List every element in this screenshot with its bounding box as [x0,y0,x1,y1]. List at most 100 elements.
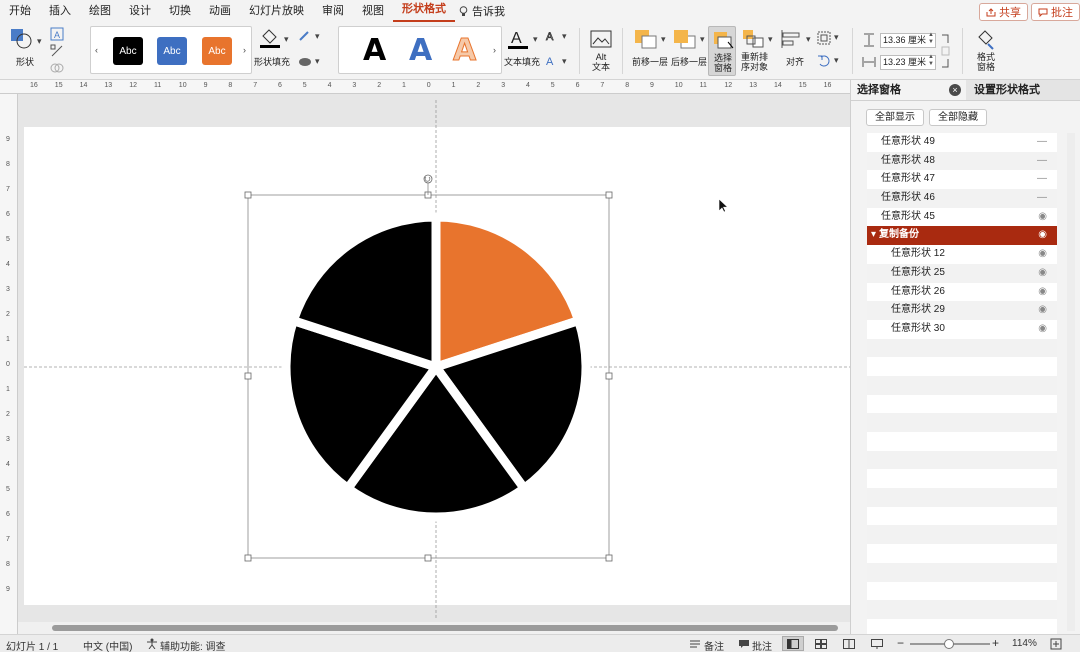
tab-4[interactable]: 切换 [160,0,200,22]
selection-pane-button[interactable]: 选择 窗格 [708,26,736,76]
chevron-down-icon[interactable]: ▾ [315,56,320,67]
list-item[interactable]: 任意形状 25 ◉ [867,263,1057,283]
comment-button[interactable]: 批注 [1031,3,1080,21]
chevron-down-icon[interactable]: ▾ [768,34,773,45]
list-item[interactable]: 任意形状 12 ◉ [867,245,1057,264]
align-icon[interactable] [779,28,805,50]
lock-aspect-icon[interactable] [941,33,951,69]
comments-icon[interactable] [738,639,750,649]
text-box-icon[interactable]: A [50,27,64,41]
chevron-down-icon[interactable]: ▾ [834,32,839,43]
eye-icon[interactable]: ◉ [1038,301,1047,320]
paint-bucket-icon[interactable] [258,27,282,49]
zoom-slider-thumb[interactable] [944,639,954,649]
shape-outline-icon[interactable] [298,30,312,42]
eye-icon[interactable]: ◉ [1038,264,1047,283]
shape-insert-icon[interactable] [10,28,34,50]
fit-to-window-icon[interactable] [1050,638,1062,650]
tab-1[interactable]: 插入 [40,0,80,22]
text-effects-icon[interactable]: A [544,55,558,67]
text-outline-icon[interactable]: A [544,30,558,42]
width-stepper[interactable]: ▲ ▼ [928,54,934,68]
eye-icon[interactable]: ◉ [1038,245,1047,264]
style-sample-blue[interactable]: Abc [157,37,187,65]
chevron-down-icon[interactable]: ▾ [661,34,666,45]
gallery-next-icon[interactable]: › [243,45,246,55]
chevron-down-icon[interactable]: ▾ [37,36,42,47]
chevron-down-icon[interactable]: ▾ [700,34,705,45]
accessibility-status[interactable]: 辅助功能: 调查 [160,638,226,652]
list-item[interactable]: 任意形状 47 — [867,170,1057,189]
tab-0[interactable]: 开始 [0,0,40,22]
height-stepper[interactable]: ▲ ▼ [928,32,934,46]
show-all-button[interactable]: 全部显示 [866,109,924,126]
reorder-objects-icon[interactable] [741,28,767,50]
tab-format-shape[interactable]: 设置形状格式 [974,80,1040,100]
reading-view-icon[interactable] [843,639,855,649]
format-pane-icon[interactable] [974,28,998,50]
list-item[interactable]: 任意形状 26 ◉ [867,283,1057,302]
language-status[interactable]: 中文 (中国) [83,638,132,652]
tell-me[interactable]: 告诉我 [459,3,505,19]
gallery-next-icon[interactable]: › [493,45,496,55]
share-button[interactable]: 共享 [979,3,1028,21]
zoom-in-icon[interactable]: + [992,636,999,650]
alt-text-icon[interactable] [589,28,613,50]
notes-icon[interactable] [689,639,701,649]
style-sample-orange[interactable]: Abc [202,37,232,65]
chevron-down-icon[interactable]: ▾ [562,56,567,67]
accessibility-icon[interactable] [146,638,158,649]
chevron-down-icon[interactable]: ▾ [806,34,811,45]
slideshow-icon[interactable] [871,639,883,649]
bring-forward-icon[interactable] [633,28,659,50]
list-item-group[interactable]: ▾ 复制备份 ◉ [867,226,1057,246]
list-item[interactable]: 任意形状 46 — [867,189,1057,208]
hidden-dash-icon[interactable]: — [1037,170,1047,189]
list-item[interactable]: 任意形状 49 — [867,133,1057,152]
hidden-dash-icon[interactable]: — [1037,189,1047,208]
hidden-dash-icon[interactable]: — [1037,152,1047,171]
horizontal-scrollbar[interactable] [18,622,850,634]
shape-effects-icon[interactable] [298,55,312,67]
tab-5[interactable]: 动画 [200,0,240,22]
zoom-level[interactable]: 114% [1012,638,1037,649]
edit-shape-icon[interactable] [50,44,64,58]
tab-9[interactable]: 形状格式 [393,0,455,22]
style-sample-black[interactable]: Abc [113,37,143,65]
tab-7[interactable]: 审阅 [313,0,353,22]
rotate-icon[interactable] [817,54,831,68]
wordart-sample-black[interactable]: A [363,33,386,68]
notes-label[interactable]: 备注 [704,638,724,652]
eye-icon[interactable]: ◉ [1038,226,1047,245]
normal-view-button[interactable] [782,636,804,651]
wordart-sample-orange[interactable]: A [452,33,476,69]
eye-icon[interactable]: ◉ [1038,320,1047,339]
expand-chevron-icon[interactable]: ▾ [871,226,876,245]
close-pane-icon[interactable]: × [949,84,961,96]
gallery-prev-icon[interactable]: ‹ [95,45,98,55]
text-fill-icon[interactable]: A [506,28,530,50]
list-item[interactable]: 任意形状 48 — [867,151,1057,171]
group-icon[interactable] [817,31,831,45]
tab-selection-pane[interactable]: 选择窗格 [857,80,901,100]
slide-sorter-icon[interactable] [815,639,827,649]
merge-shapes-icon[interactable] [50,61,64,75]
chevron-down-icon[interactable]: ▾ [284,34,289,45]
list-item[interactable]: 任意形状 45 ◉ [867,208,1057,227]
chevron-down-icon[interactable]: ▾ [834,55,839,66]
tab-2[interactable]: 绘图 [80,0,120,22]
scrollbar-thumb[interactable] [52,625,838,631]
chevron-down-icon[interactable]: ▾ [533,34,538,45]
hidden-dash-icon[interactable]: — [1037,133,1047,152]
zoom-out-icon[interactable]: − [897,636,904,650]
send-backward-icon[interactable] [672,28,698,50]
comments-label[interactable]: 批注 [752,638,772,652]
list-item[interactable]: 任意形状 29 ◉ [867,301,1057,320]
wordart-sample-blue[interactable]: A [409,33,432,68]
chevron-down-icon[interactable]: ▾ [315,31,320,42]
list-item[interactable]: 任意形状 30 ◉ [867,320,1057,339]
pane-scrollbar[interactable] [1067,133,1075,631]
chevron-down-icon[interactable]: ▾ [562,31,567,42]
eye-icon[interactable]: ◉ [1038,283,1047,302]
slide[interactable] [24,127,850,605]
